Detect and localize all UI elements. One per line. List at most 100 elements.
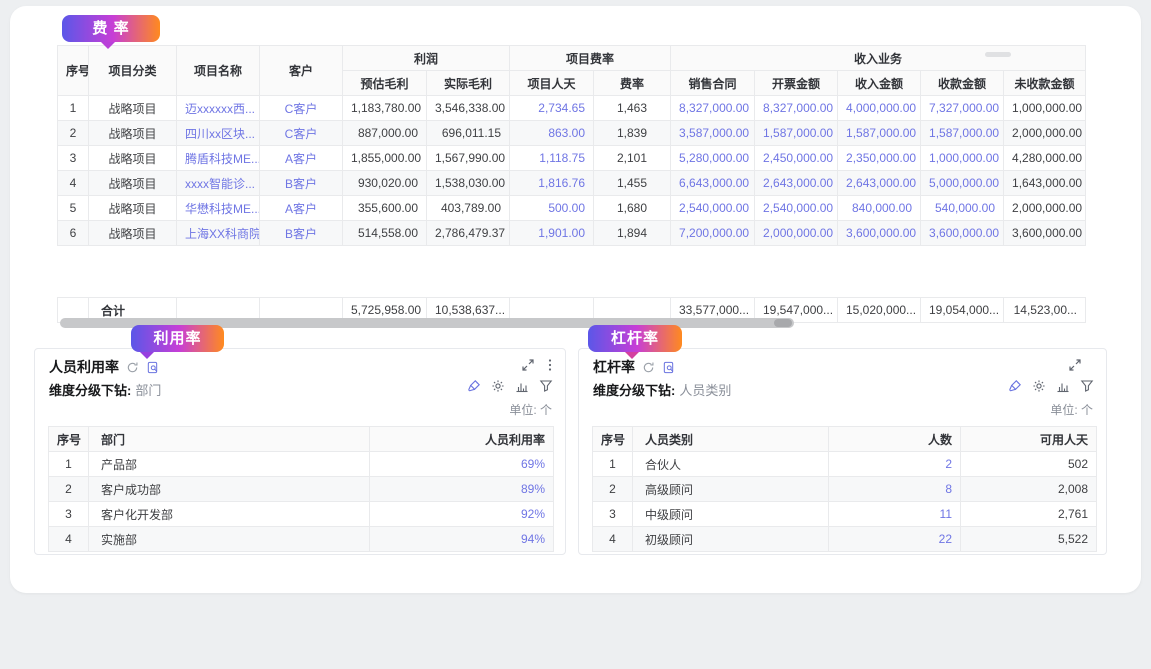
- customer-link[interactable]: C客户: [260, 96, 343, 121]
- cell-person-days[interactable]: 863.00: [510, 121, 594, 146]
- cell-income[interactable]: 1,587,000.00: [838, 121, 921, 146]
- customer-link[interactable]: B客户: [260, 221, 343, 246]
- cell-category: 战略项目: [89, 146, 177, 171]
- headcount-value[interactable]: 8: [829, 477, 961, 502]
- cell-received[interactable]: 5,000,000.00: [921, 171, 1004, 196]
- cell-category: 战略项目: [89, 121, 177, 146]
- doc-preview-icon[interactable]: [146, 361, 159, 374]
- cell-received[interactable]: 7,327,000.00: [921, 96, 1004, 121]
- cell-income[interactable]: 2,643,000.00: [838, 171, 921, 196]
- project-name-link[interactable]: xxxx智能诊...: [177, 171, 260, 196]
- clean-icon[interactable]: [1008, 379, 1022, 393]
- customer-link[interactable]: A客户: [260, 196, 343, 221]
- total-received: 19,054,000...: [921, 298, 1004, 323]
- cell-invoiced[interactable]: 2,540,000.00: [755, 196, 838, 221]
- cell-person-days[interactable]: 500.00: [510, 196, 594, 221]
- table-row: 3战略项目腾盾科技ME...A客户1,855,000.001,567,990.0…: [58, 146, 1086, 171]
- settings-icon[interactable]: [491, 379, 505, 393]
- panel-title: 人员利用率: [49, 357, 119, 377]
- panel-title: 杠杆率: [593, 357, 635, 377]
- cell-contract[interactable]: 8,327,000.00: [671, 96, 755, 121]
- cell-act-profit: 3,546,338.00: [427, 96, 510, 121]
- utilization-value[interactable]: 94%: [370, 527, 554, 552]
- col-header-no: 序号: [49, 427, 89, 452]
- cell-no: 1: [49, 452, 89, 477]
- table-row: 4实施部94%: [49, 527, 554, 552]
- project-name-link[interactable]: 四川xx区块...: [177, 121, 260, 146]
- expand-icon[interactable]: [521, 358, 535, 372]
- col-header-no: 序号: [593, 427, 633, 452]
- cell-income[interactable]: 3,600,000.00: [838, 221, 921, 246]
- drill-down-value[interactable]: 人员类别: [679, 383, 731, 398]
- refresh-icon[interactable]: [642, 361, 655, 374]
- refresh-icon[interactable]: [126, 361, 139, 374]
- cell-received[interactable]: 1,000,000.00: [921, 146, 1004, 171]
- drill-down-value[interactable]: 部门: [135, 383, 161, 398]
- cell-contract[interactable]: 5,280,000.00: [671, 146, 755, 171]
- col-header-income: 收入金额: [838, 71, 921, 96]
- expand-icon[interactable]: [1068, 358, 1082, 372]
- cell-received[interactable]: 3,600,000.00: [921, 221, 1004, 246]
- cell-unreceived: 2,000,000.00: [1004, 121, 1086, 146]
- headcount-value[interactable]: 11: [829, 502, 961, 527]
- project-name-link[interactable]: 迈xxxxxx西...: [177, 96, 260, 121]
- cell-unreceived: 2,000,000.00: [1004, 196, 1086, 221]
- project-name-link[interactable]: 华懋科技ME...: [177, 196, 260, 221]
- table-row: 3中级顾问112,761: [593, 502, 1097, 527]
- cell-category: 战略项目: [89, 96, 177, 121]
- bar-chart-icon[interactable]: [1056, 379, 1070, 393]
- cell-invoiced[interactable]: 2,000,000.00: [755, 221, 838, 246]
- customer-link[interactable]: C客户: [260, 121, 343, 146]
- cell-department: 产品部: [89, 452, 370, 477]
- doc-preview-icon[interactable]: [662, 361, 675, 374]
- cell-person-days[interactable]: 2,734.65: [510, 96, 594, 121]
- cell-received[interactable]: 540,000.00: [921, 196, 1004, 221]
- filter-icon[interactable]: [539, 379, 553, 393]
- project-name-link[interactable]: 上海XX科商院: [177, 221, 260, 246]
- utilization-value[interactable]: 89%: [370, 477, 554, 502]
- cell-income[interactable]: 4,000,000.00: [838, 96, 921, 121]
- cell-contract[interactable]: 7,200,000.00: [671, 221, 755, 246]
- drill-down-row: 维度分级下钻:人员类别: [593, 380, 731, 399]
- cell-received[interactable]: 1,587,000.00: [921, 121, 1004, 146]
- cell-invoiced[interactable]: 8,327,000.00: [755, 96, 838, 121]
- utilization-value[interactable]: 92%: [370, 502, 554, 527]
- total-unreceived: 14,523,00...: [1004, 298, 1086, 323]
- cell-est-profit: 514,558.00: [343, 221, 427, 246]
- cell-invoiced[interactable]: 1,587,000.00: [755, 121, 838, 146]
- cell-rate: 2,101: [594, 146, 671, 171]
- cell-contract[interactable]: 3,587,000.00: [671, 121, 755, 146]
- more-icon[interactable]: [543, 358, 557, 372]
- settings-icon[interactable]: [1032, 379, 1046, 393]
- cell-contract[interactable]: 6,643,000.00: [671, 171, 755, 196]
- table-row: 1战略项目迈xxxxxx西...C客户1,183,780.003,546,338…: [58, 96, 1086, 121]
- project-name-link[interactable]: 腾盾科技ME...: [177, 146, 260, 171]
- utilization-value[interactable]: 69%: [370, 452, 554, 477]
- cell-invoiced[interactable]: 2,450,000.00: [755, 146, 838, 171]
- customer-link[interactable]: A客户: [260, 146, 343, 171]
- cell-no: 2: [593, 477, 633, 502]
- headcount-value[interactable]: 2: [829, 452, 961, 477]
- customer-link[interactable]: B客户: [260, 171, 343, 196]
- cell-person-days[interactable]: 1,901.00: [510, 221, 594, 246]
- col-header-est-profit: 预估毛利: [343, 71, 427, 96]
- cell-person-days[interactable]: 1,816.76: [510, 171, 594, 196]
- cell-no: 2: [58, 121, 89, 146]
- cell-contract[interactable]: 2,540,000.00: [671, 196, 755, 221]
- col-header-name: 项目名称: [177, 46, 260, 96]
- cell-income[interactable]: 2,350,000.00: [838, 146, 921, 171]
- col-header-received: 收款金额: [921, 71, 1004, 96]
- clean-icon[interactable]: [467, 379, 481, 393]
- headcount-value[interactable]: 22: [829, 527, 961, 552]
- utilization-callout: 利用率: [131, 325, 224, 352]
- cell-rate: 1,463: [594, 96, 671, 121]
- table-row: 6战略项目上海XX科商院B客户514,558.002,786,479.371,9…: [58, 221, 1086, 246]
- cell-person-days[interactable]: 1,118.75: [510, 146, 594, 171]
- cell-act-profit: 2,786,479.37: [427, 221, 510, 246]
- bar-chart-icon[interactable]: [515, 379, 529, 393]
- cell-income[interactable]: 840,000.00: [838, 196, 921, 221]
- filter-icon[interactable]: [1080, 379, 1094, 393]
- cell-department: 实施部: [89, 527, 370, 552]
- cell-invoiced[interactable]: 2,643,000.00: [755, 171, 838, 196]
- table-row: 2客户成功部89%: [49, 477, 554, 502]
